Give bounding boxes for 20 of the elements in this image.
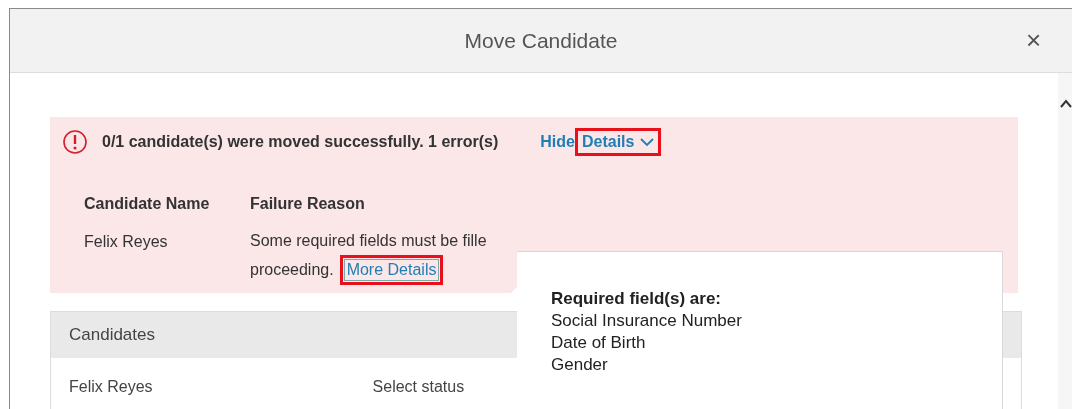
more-details-link[interactable]: More Details — [339, 255, 444, 285]
error-message: 0/1 candidate(s) were moved successfully. 1 error(s) — [102, 133, 499, 151]
error-icon — [62, 129, 88, 155]
column-header: Failure Reason — [250, 195, 366, 213]
column-header: Candidate Name — [84, 195, 211, 213]
status-dropdown[interactable]: Select status — [372, 378, 465, 396]
window-title: Move Candidate — [464, 28, 618, 53]
close-button[interactable]: × — [1022, 25, 1046, 56]
candidate-name: Felix Reyes — [69, 378, 153, 396]
chevron-icon — [640, 137, 655, 147]
scroll-up-icon[interactable] — [1060, 99, 1072, 109]
failure-reason: Some required fields must be fille — [250, 231, 487, 251]
hide-link[interactable]: Hide — [540, 133, 575, 151]
popover-title: Required field(s) are: — [551, 288, 723, 310]
details-link[interactable]: Details — [575, 128, 662, 156]
required-field: Date of Birth — [551, 332, 1002, 354]
scrollbar[interactable] — [1058, 73, 1072, 409]
failure-reason: proceeding. — [250, 260, 334, 280]
required-field: Social Insurance Number — [551, 310, 1002, 332]
candidate-name: Felix Reyes — [84, 233, 169, 252]
